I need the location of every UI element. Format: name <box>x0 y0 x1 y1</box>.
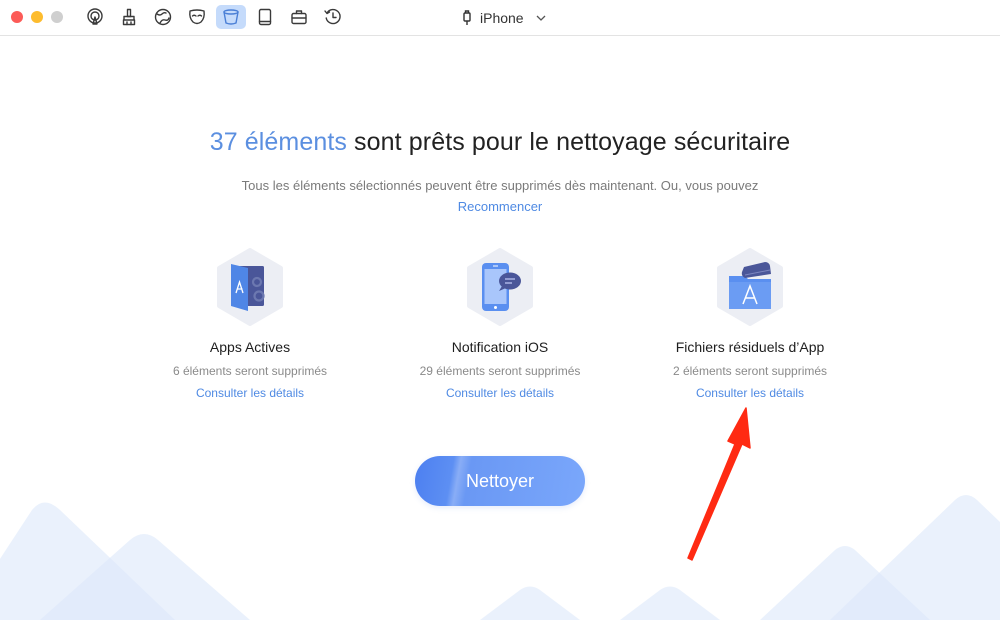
view-details-link[interactable]: Consulter les détails <box>696 386 804 400</box>
card-count: 2 éléments seront supprimés <box>672 364 828 378</box>
broom-icon <box>122 8 136 26</box>
device-selector[interactable]: iPhone <box>462 8 546 28</box>
lightning-cable-icon <box>463 10 471 25</box>
clean-button[interactable]: Nettoyer <box>415 456 585 506</box>
restart-link[interactable]: Recommencer <box>458 199 543 214</box>
card-count: 29 éléments seront supprimés <box>419 364 581 378</box>
minimize-window-button[interactable] <box>31 11 43 23</box>
tool-cleanup-active[interactable] <box>216 5 246 29</box>
view-details-link[interactable]: Consulter les détails <box>196 386 304 400</box>
tool-privacy[interactable] <box>182 5 212 29</box>
card-count: 6 éléments seront supprimés <box>172 364 328 378</box>
airplay-icon <box>87 8 103 25</box>
card-ios-notification: Notification iOS 29 éléments seront supp… <box>400 248 600 402</box>
tool-browser[interactable] <box>148 5 178 29</box>
toolbox-icon <box>291 10 307 25</box>
chevron-down-icon <box>536 15 546 21</box>
tool-airplay[interactable] <box>80 5 110 29</box>
tablet-icon <box>258 8 272 26</box>
app-residual-files-icon <box>717 248 783 326</box>
card-active-apps: Apps Actives 6 éléments seront supprimés… <box>150 248 350 402</box>
subtitle: Tous les éléments sélectionnés peuvent ê… <box>241 178 759 193</box>
title-text: sont prêts pour le nettoyage sécuritaire <box>347 128 791 156</box>
tool-cleaner[interactable] <box>114 5 144 29</box>
tool-device[interactable] <box>250 5 280 29</box>
app-window: iPhone 37 éléments sont prêts pour le ne… <box>0 0 1000 620</box>
toolbar: iPhone <box>0 0 1000 36</box>
tool-history[interactable] <box>318 5 348 29</box>
card-title: Apps Actives <box>209 339 291 355</box>
card-app-residual-files: Fichiers résiduels d’App 2 éléments sero… <box>650 248 850 402</box>
device-name: iPhone <box>480 10 524 26</box>
view-details-link[interactable]: Consulter les détails <box>446 386 554 400</box>
ios-notification-icon <box>467 248 533 326</box>
page-title: 37 éléments sont prêts pour le nettoyage… <box>0 128 1000 157</box>
card-title: Notification iOS <box>451 339 549 355</box>
mask-icon <box>189 9 205 25</box>
globe-icon <box>154 8 172 26</box>
card-title: Fichiers résiduels d’App <box>675 339 825 355</box>
active-apps-icon <box>217 248 283 326</box>
maximize-window-button[interactable] <box>51 11 63 23</box>
close-window-button[interactable] <box>11 11 23 23</box>
items-count: 37 éléments <box>209 128 348 156</box>
bucket-icon <box>223 9 239 25</box>
tool-toolkit[interactable] <box>284 5 314 29</box>
history-icon <box>324 8 341 25</box>
